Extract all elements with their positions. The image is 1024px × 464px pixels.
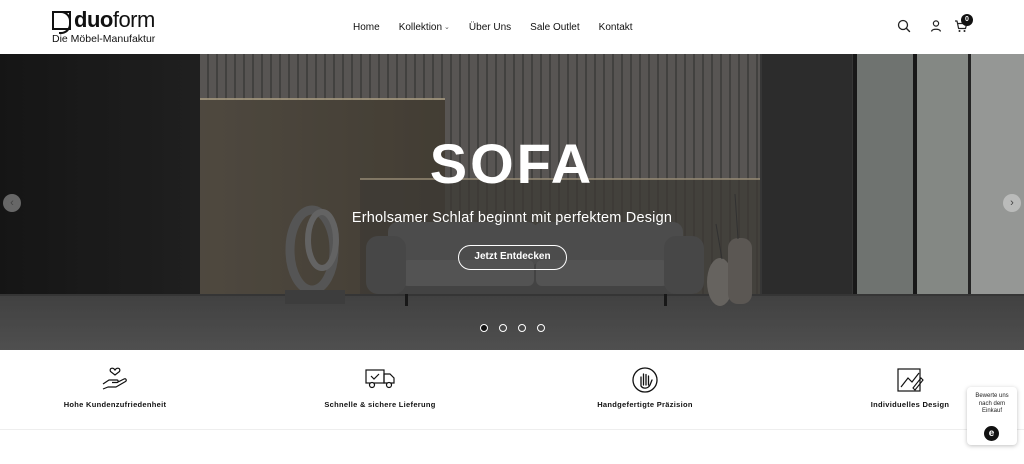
nav-item-kontakt[interactable]: Kontakt: [599, 22, 633, 33]
review-logo-icon: e: [984, 426, 999, 441]
nav-item-home[interactable]: Home: [353, 22, 380, 33]
feature-handmade: Handgefertigte Präzision: [545, 350, 745, 430]
feature-label: Handgefertigte Präzision: [597, 400, 693, 409]
hero-title: SOFA: [429, 132, 595, 195]
handmade-hand-icon: [632, 367, 658, 393]
hero-background-image: [0, 54, 1024, 350]
nav-item-sale-outlet[interactable]: Sale Outlet: [530, 22, 579, 33]
design-drawing-icon: [897, 368, 924, 392]
main-nav: Home Kollektion ⌄ Über Uns Sale Outlet Ko…: [353, 0, 652, 54]
hand-heart-icon: [102, 367, 127, 390]
slider-dot-3[interactable]: [518, 324, 526, 332]
slider-dot-4[interactable]: [537, 324, 545, 332]
brand-logo[interactable]: duoform Die Möbel-Manufaktur: [52, 7, 162, 46]
search-icon[interactable]: [896, 18, 912, 34]
slider-dot-1[interactable]: [480, 324, 488, 332]
nav-item-kollektion[interactable]: Kollektion ⌄: [399, 22, 450, 33]
hero-cta-button[interactable]: Jetzt Entdecken: [458, 245, 567, 270]
feature-label: Schnelle & sichere Lieferung: [324, 400, 436, 409]
nav-item-ueber-uns[interactable]: Über Uns: [469, 22, 511, 33]
feature-label: Hohe Kundenzufriedenheit: [63, 400, 167, 409]
chevron-down-icon: ⌄: [444, 24, 450, 31]
feature-bar: Hohe Kundenzufriedenheit Schnelle & sich…: [0, 350, 1024, 430]
delivery-truck-icon: [365, 369, 395, 389]
slider-pagination: [480, 324, 545, 332]
user-icon[interactable]: [928, 18, 944, 34]
review-widget[interactable]: Bewerte uns nach dem Einkauf e: [967, 387, 1017, 445]
logo-tagline: Die Möbel-Manufaktur: [52, 33, 156, 45]
site-header: duoform Die Möbel-Manufaktur Home Kollek…: [0, 0, 1024, 54]
hero-slider: ‹ › SOFA Erholsamer Schlaf beginnt mit p…: [0, 54, 1024, 350]
review-widget-text: Bewerte uns nach dem Einkauf: [975, 393, 1009, 414]
slider-dot-2[interactable]: [499, 324, 507, 332]
feature-customer-satisfaction: Hohe Kundenzufriedenheit: [15, 350, 215, 430]
feature-delivery: Schnelle & sichere Lieferung: [280, 350, 480, 430]
logo-mark: [52, 11, 71, 34]
logo-wordmark: duoform: [74, 7, 155, 32]
hero-subtitle: Erholsamer Schlaf beginnt mit perfektem …: [351, 210, 673, 226]
cart-count-badge: 0: [961, 14, 973, 26]
